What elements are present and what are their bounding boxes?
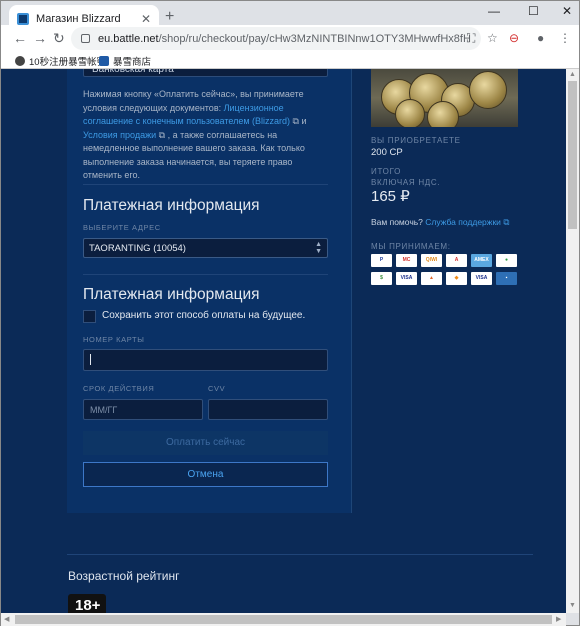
bookmark-item-register[interactable]: 10秒注册暴雪帐號 xyxy=(15,54,106,68)
bookmark-label: 暴雪商店 xyxy=(113,57,152,68)
translate-icon[interactable]: ⛶ xyxy=(467,31,475,46)
address-label: ВЫБЕРИТЕ АДРЕС xyxy=(83,223,161,232)
payment-method-icon: QIWI xyxy=(421,254,442,267)
save-method-label: Сохранить этот способ оплаты на будущее. xyxy=(102,310,306,321)
profile-icon[interactable]: ● xyxy=(537,31,544,45)
accept-label: МЫ ПРИНИМАЕМ: xyxy=(371,242,451,251)
cvv-label: CVV xyxy=(208,384,226,393)
globe-icon xyxy=(15,56,25,66)
external-link-icon: ⧉ xyxy=(503,217,510,227)
tab-close-icon[interactable]: ✕ xyxy=(141,12,151,26)
payment-method-icon: ● xyxy=(496,254,517,267)
help-prefix: Вам помочь? xyxy=(371,217,426,227)
payment-info-title-2: Платежная информация xyxy=(83,286,260,303)
payment-method-icon: P xyxy=(371,254,392,267)
payment-info-title: Платежная информация xyxy=(83,197,260,214)
payment-method-icon: VISA xyxy=(396,272,417,285)
payment-method-icon: AMEX xyxy=(471,254,492,267)
footer-divider xyxy=(67,554,533,555)
total-price: 165 ₽ xyxy=(371,188,410,205)
menu-kebab-icon[interactable]: ⋮ xyxy=(559,31,571,45)
minimize-icon[interactable]: — xyxy=(488,4,500,18)
address-select[interactable]: TAORANTING (10054) ▲ ▼ xyxy=(83,238,328,258)
forward-arrow-icon[interactable]: → xyxy=(33,30,47,46)
card-number-label: НОМЕР КАРТЫ xyxy=(83,335,145,344)
vertical-scroll-thumb[interactable] xyxy=(568,81,577,229)
terms-text: Нажимая кнопку «Оплатить сейчас», вы при… xyxy=(83,88,333,183)
scroll-left-icon[interactable]: ◀ xyxy=(4,615,9,623)
pay-now-button[interactable]: Оплатить сейчас xyxy=(83,431,328,455)
browser-window: Магазин Blizzard ✕ + — ☐ ✕ ← → ↻ eu.batt… xyxy=(0,0,580,626)
bookmark-item-shop[interactable]: 暴雪商店 xyxy=(99,54,151,68)
cvv-input[interactable] xyxy=(208,399,328,420)
text-caret xyxy=(90,354,91,365)
total-label: ИТОГО xyxy=(371,167,402,176)
navigation-bar: ← → ↻ eu.battle.net/shop/ru/checkout/pay… xyxy=(1,25,579,51)
extension-icon[interactable]: ⊖ xyxy=(509,31,519,45)
address-bar[interactable]: eu.battle.net/shop/ru/checkout/pay/cHw3M… xyxy=(71,27,481,50)
payment-method-icon: ▪ xyxy=(496,272,517,285)
card-number-input[interactable] xyxy=(83,349,328,371)
payment-type-select[interactable]: Банковская карта xyxy=(83,69,328,77)
payment-method-icon: ▲ xyxy=(421,272,442,285)
back-arrow-icon[interactable]: ← xyxy=(13,30,27,46)
age-rating-title: Возрастной рейтинг xyxy=(68,569,180,583)
maximize-icon[interactable]: ☐ xyxy=(528,4,539,18)
scroll-right-icon[interactable]: ▶ xyxy=(556,615,561,623)
buying-value: 200 CP xyxy=(371,147,403,158)
select-arrows-icon: ▲ ▼ xyxy=(315,241,322,255)
help-text: Вам помочь? Служба поддержки ⧉ xyxy=(371,217,509,228)
url-path: /shop/ru/checkout/pay/cHw3MzNINTBINnw1OT… xyxy=(158,32,471,45)
cancel-button[interactable]: Отмена xyxy=(83,462,328,487)
tab-title: Магазин Blizzard xyxy=(36,13,121,25)
reload-icon[interactable]: ↻ xyxy=(53,30,65,47)
section-divider xyxy=(83,184,328,185)
buying-label: ВЫ ПРИОБРЕТАЕТЕ xyxy=(371,136,461,145)
product-image xyxy=(371,69,518,127)
age-rating-badge: 18+ xyxy=(68,594,106,613)
expiry-label: СРОК ДЕЙСТВИЯ xyxy=(83,384,155,393)
url-host: eu.battle.net xyxy=(98,32,159,45)
scroll-down-icon[interactable]: ▼ xyxy=(569,602,576,609)
checkout-page: Банковская карта Нажимая кнопку «Оплатит… xyxy=(1,69,579,613)
support-link[interactable]: Служба поддержки xyxy=(425,217,501,227)
expiry-input[interactable]: ММ/ГГ xyxy=(83,399,203,420)
terms-of-sale-link[interactable]: Условия продажи xyxy=(83,130,156,140)
payment-method-icon: ◆ xyxy=(446,272,467,285)
scroll-up-icon[interactable]: ▲ xyxy=(569,71,576,78)
blizzard-favicon-icon xyxy=(99,56,109,66)
vat-label: ВКЛЮЧАЯ НДС. xyxy=(371,178,441,187)
save-method-checkbox[interactable] xyxy=(83,310,96,323)
bookmarks-bar: 10秒注册暴雪帐號 暴雪商店 xyxy=(1,51,579,69)
blizzard-favicon-icon xyxy=(17,13,29,25)
terms-and: и xyxy=(298,116,307,126)
section-divider xyxy=(83,274,328,275)
payment-method-icon: A xyxy=(446,254,467,267)
horizontal-scroll-thumb[interactable] xyxy=(15,615,552,624)
bookmark-star-icon[interactable]: ☆ xyxy=(487,31,498,45)
payment-method-icon: MC xyxy=(396,254,417,267)
lock-icon xyxy=(81,34,90,43)
payment-method-icon: VISA xyxy=(471,272,492,285)
close-window-icon[interactable]: ✕ xyxy=(562,4,572,18)
payment-method-icon: $ xyxy=(371,272,392,285)
address-value: TAORANTING (10054) xyxy=(89,243,186,254)
bookmark-label: 10秒注册暴雪帐號 xyxy=(29,57,107,68)
new-tab-button[interactable]: + xyxy=(165,8,174,26)
